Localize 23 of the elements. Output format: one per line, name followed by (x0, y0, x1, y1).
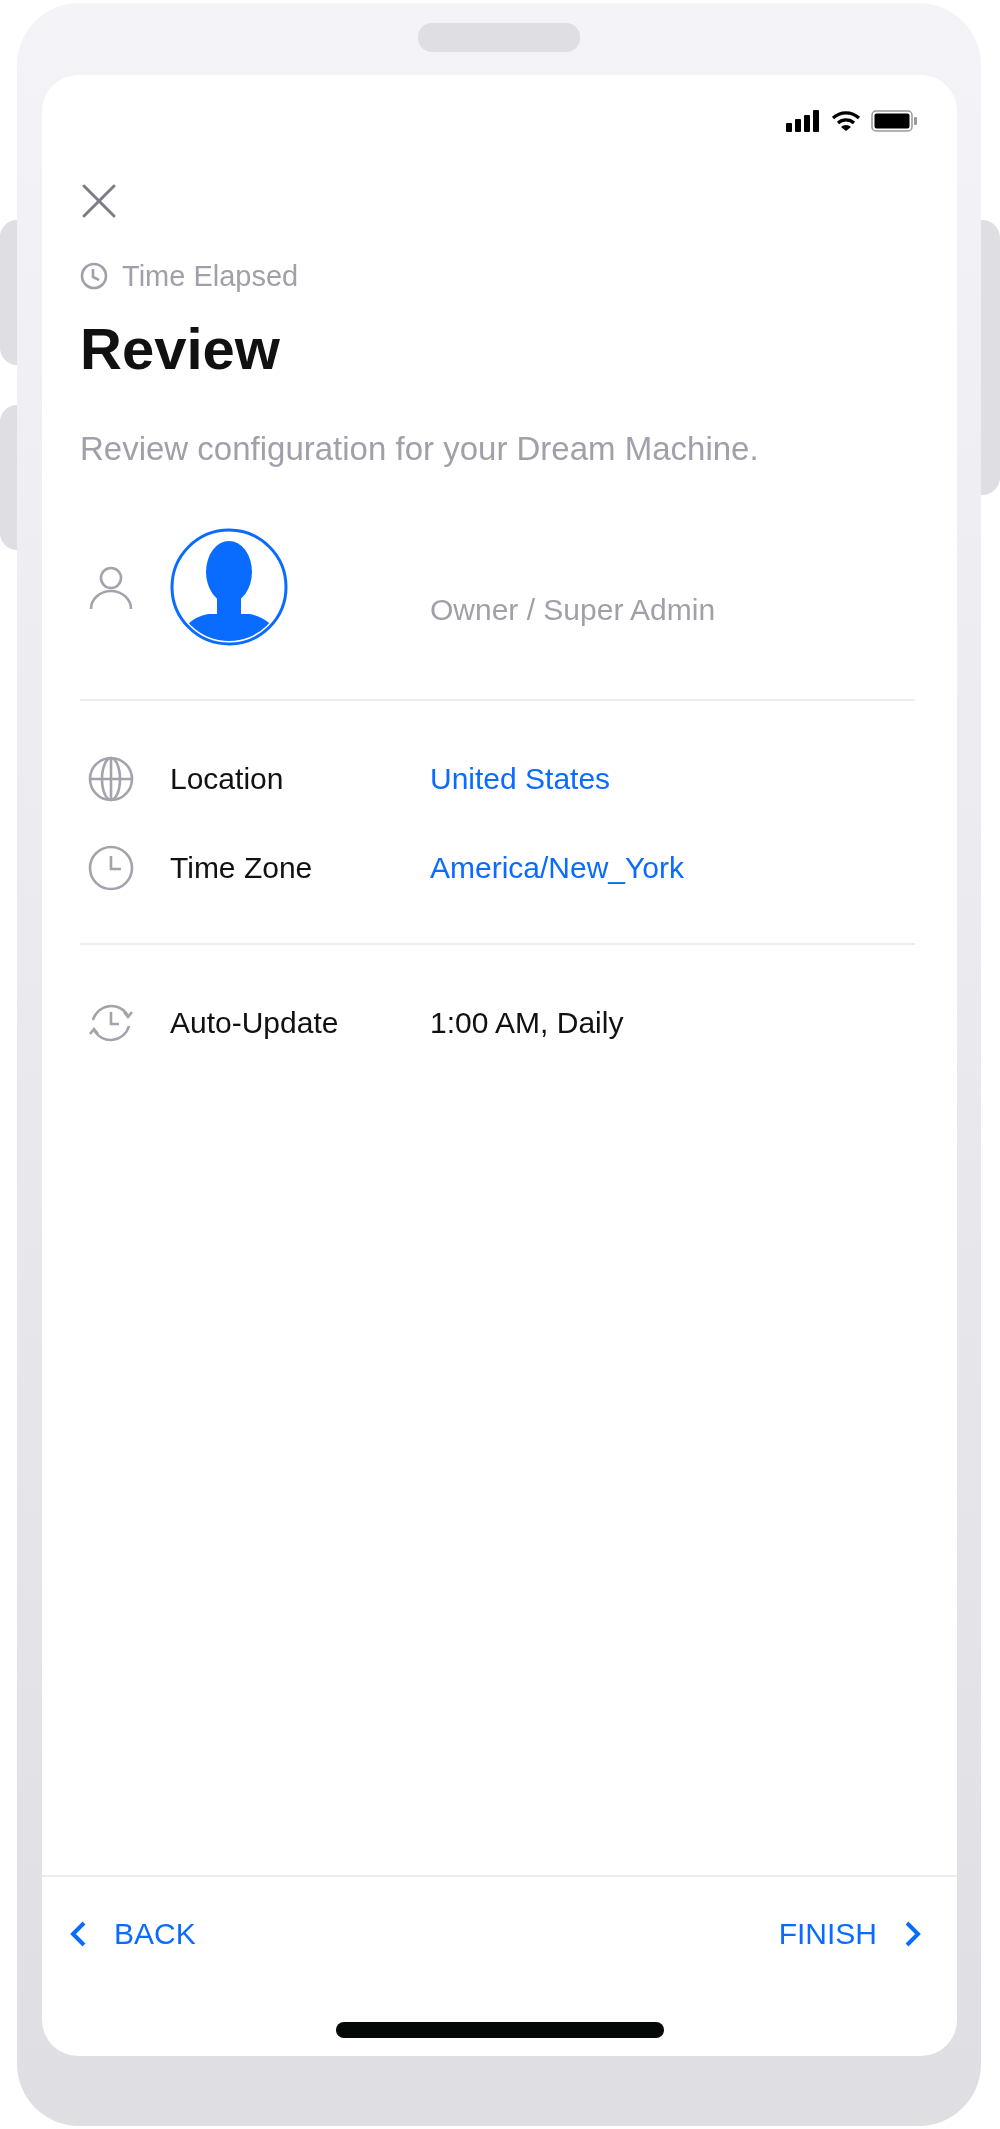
user-icon (89, 566, 133, 610)
close-icon[interactable] (80, 182, 118, 220)
signal-icon (786, 110, 821, 132)
row-label: Auto-Update (170, 1006, 340, 1040)
chevron-right-icon (905, 1921, 921, 1947)
clock-icon (80, 262, 108, 290)
page-subtitle: Review configuration for your Dream Machine. (80, 429, 760, 469)
value-link[interactable]: United States (430, 762, 611, 796)
back-button[interactable]: BACK (68, 1904, 198, 1964)
role-label: Owner / Super Admin (430, 592, 716, 628)
row-label: Location (170, 762, 285, 796)
page-title: Review (80, 315, 281, 383)
globe-icon (88, 756, 134, 802)
timer-label: Time Elapsed (122, 259, 299, 293)
row-label: Time Zone (170, 851, 314, 885)
battery-icon (871, 110, 917, 132)
value-link[interactable]: America/New_York (430, 851, 684, 885)
clock-icon (88, 845, 134, 891)
wifi-icon (831, 110, 861, 132)
chevron-left-icon (70, 1921, 86, 1947)
row-value: 1:00 AM, Daily (430, 1006, 624, 1040)
finish-button[interactable]: FINISH (776, 1904, 923, 1964)
avatar-icon (170, 528, 288, 646)
